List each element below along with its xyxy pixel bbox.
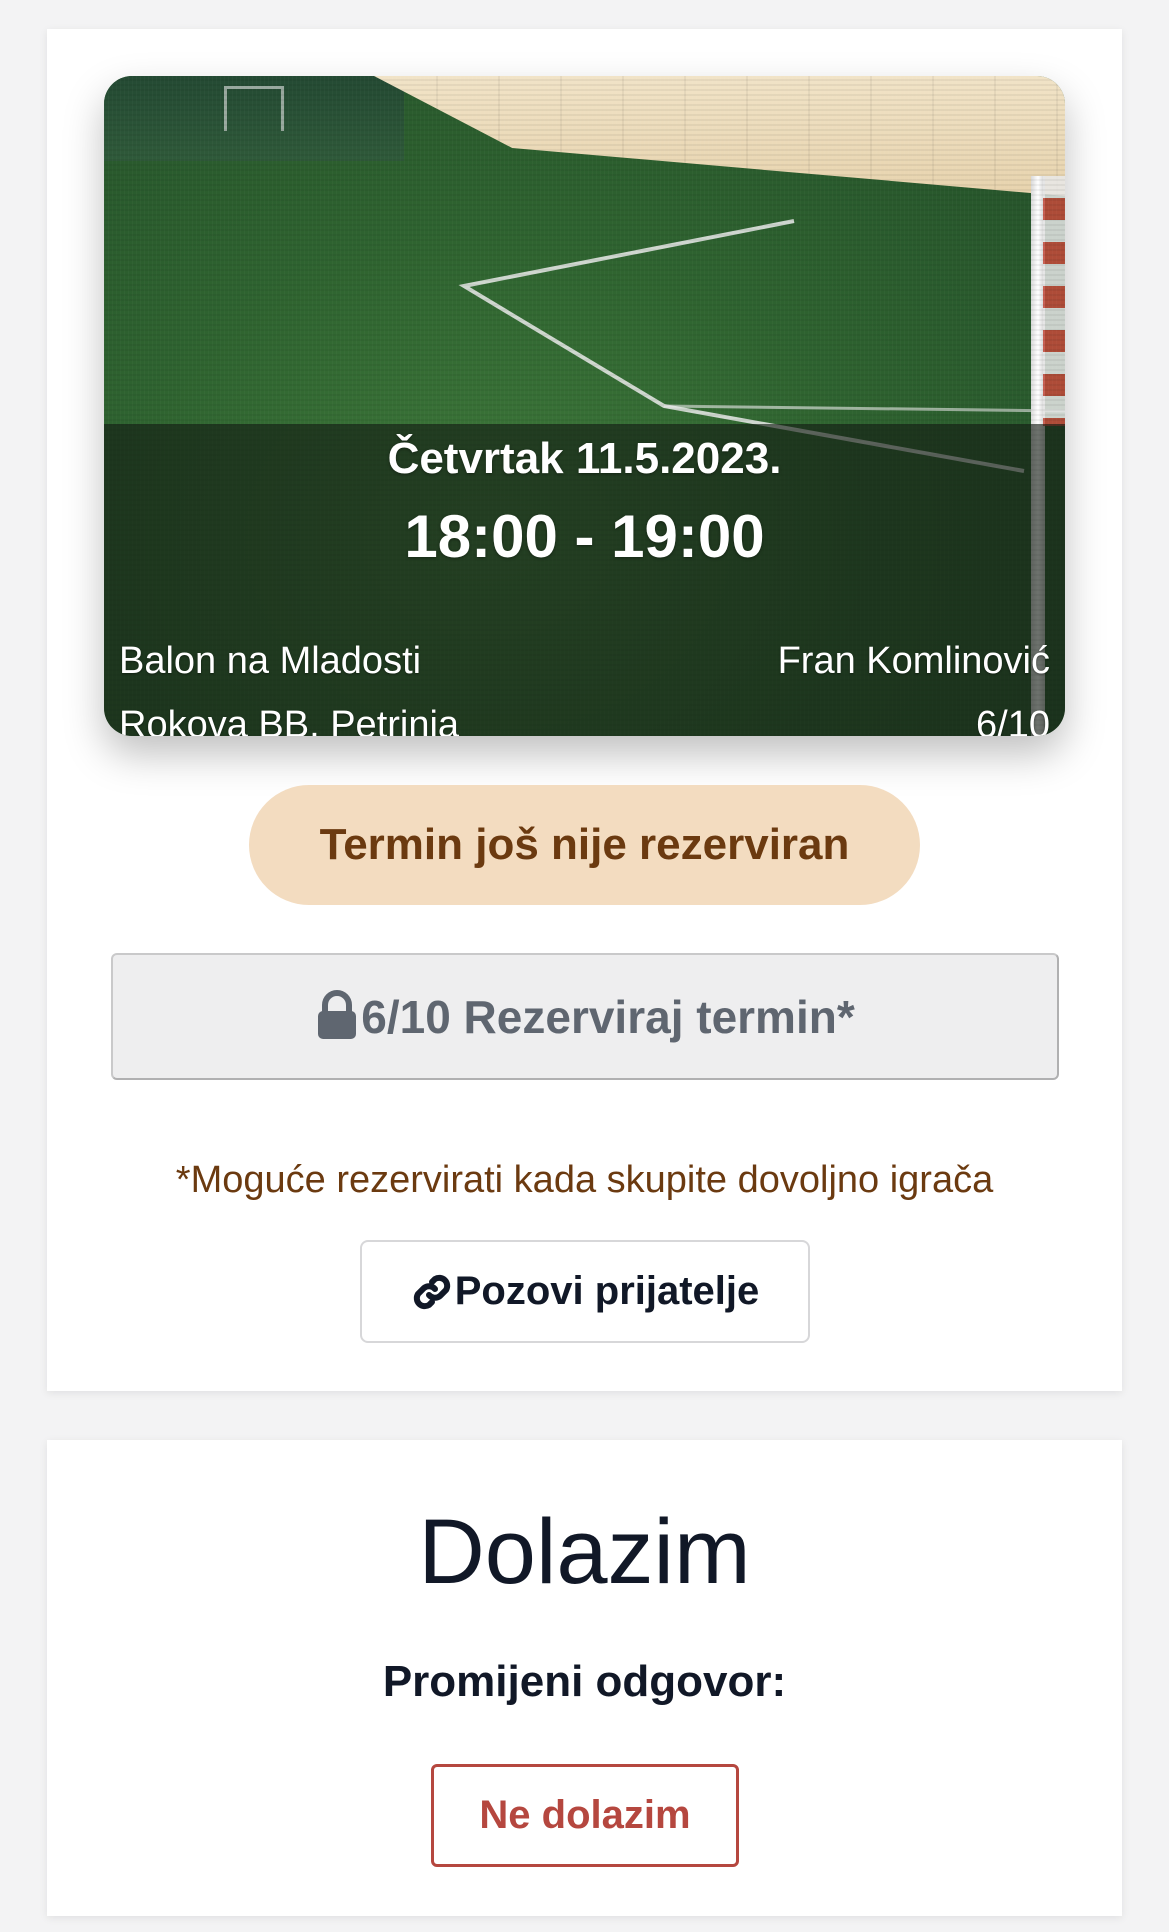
invite-label: Pozovi prijatelje bbox=[454, 1269, 760, 1313]
reserve-button[interactable]: 6/10 Rezerviraj termin* bbox=[111, 953, 1059, 1080]
status-badge: Termin još nije rezerviran bbox=[249, 785, 920, 905]
reserve-label: 6/10 Rezerviraj termin* bbox=[361, 990, 855, 1043]
venue-name: Balon na Mladosti bbox=[119, 640, 422, 682]
invite-friends-button[interactable]: Pozovi prijatelje bbox=[360, 1240, 810, 1343]
event-card: Četvrtak 11.5.2023. 18:00 - 19:00 Balon … bbox=[47, 29, 1122, 1391]
decline-button[interactable]: Ne dolazim bbox=[431, 1764, 739, 1867]
player-count: 6/10 bbox=[976, 704, 1050, 736]
response-card: Dolazim Promijeni odgovor: Ne dolazim bbox=[47, 1440, 1122, 1916]
event-hero-image: Četvrtak 11.5.2023. 18:00 - 19:00 Balon … bbox=[104, 76, 1065, 736]
link-icon bbox=[413, 1274, 450, 1309]
response-title: Dolazim bbox=[418, 1501, 751, 1603]
event-time: 18:00 - 19:00 bbox=[404, 503, 765, 570]
event-date: Četvrtak 11.5.2023. bbox=[387, 434, 782, 483]
reserve-note: *Moguće rezervirati kada skupite dovoljn… bbox=[175, 1159, 994, 1201]
venue-address: Rokova BB, Petrinja bbox=[119, 704, 460, 736]
lock-icon bbox=[318, 989, 357, 1039]
organizer-name: Fran Komlinović bbox=[777, 640, 1050, 682]
change-response-label: Promijeni odgovor: bbox=[382, 1657, 787, 1706]
